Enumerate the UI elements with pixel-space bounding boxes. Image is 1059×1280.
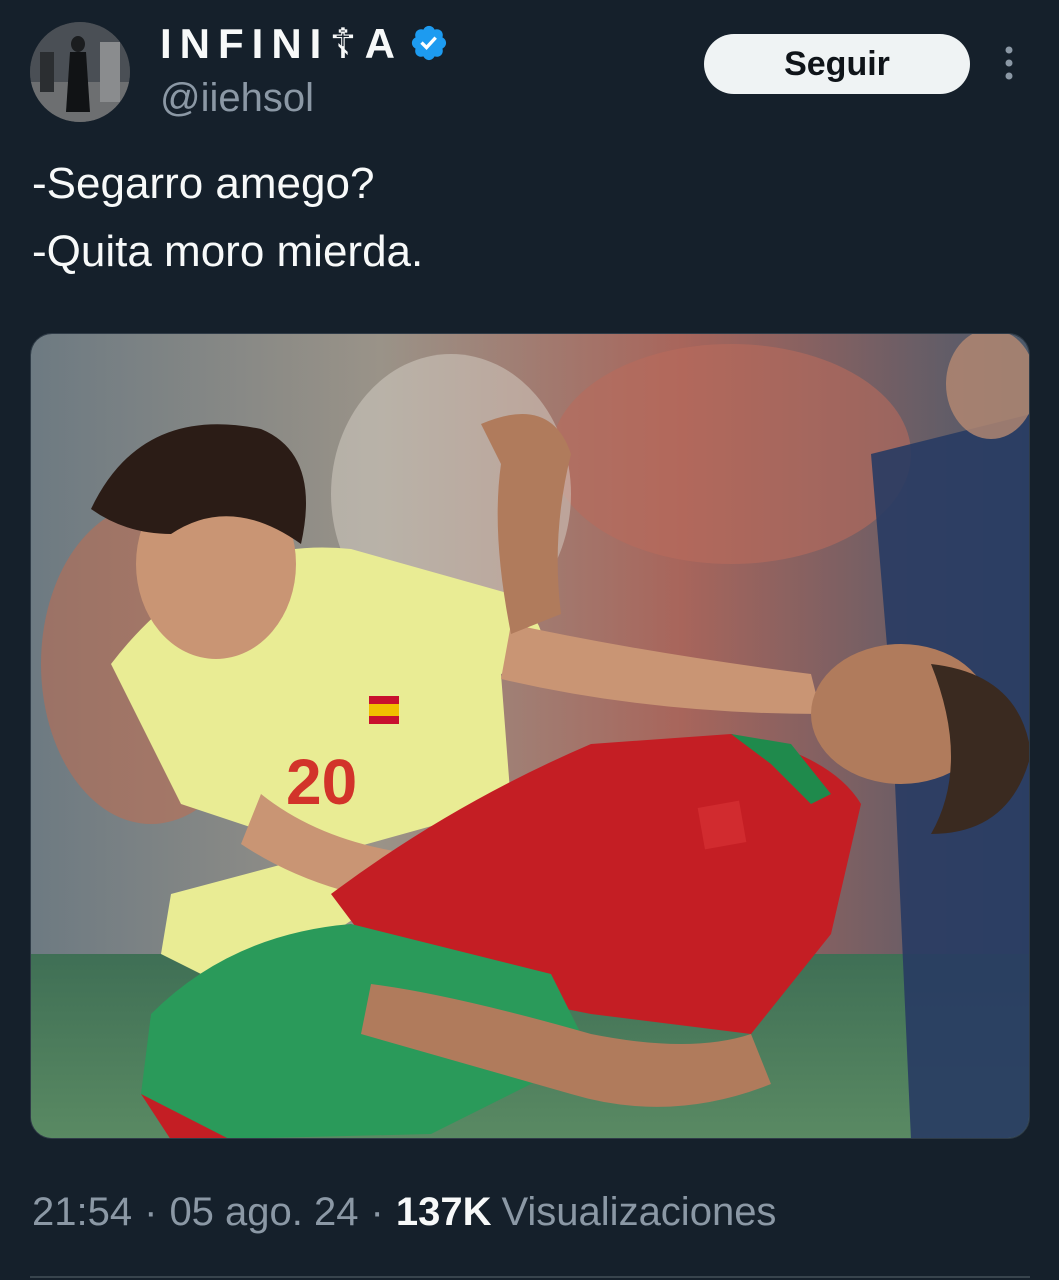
meta-separator: · — [144, 1190, 158, 1234]
tweet-date[interactable]: 05 ago. 24 — [169, 1190, 358, 1235]
divider — [30, 1276, 1030, 1278]
user-avatar[interactable] — [30, 22, 130, 122]
tweet-time[interactable]: 21:54 — [32, 1190, 132, 1235]
display-name-row: INFINI☦A — [160, 18, 449, 68]
jersey-number: 20 — [286, 746, 357, 818]
display-name[interactable]: INFINI☦A — [160, 19, 403, 68]
tweet-text-line: -Segarro amego? — [32, 159, 375, 208]
tweet-text-line: -Quita moro mierda. — [32, 227, 424, 276]
tweet-media-photo[interactable]: 20 — [30, 333, 1030, 1139]
views-label[interactable]: Visualizaciones — [501, 1190, 776, 1235]
meta-separator: · — [370, 1190, 384, 1234]
views-count[interactable]: 137K — [396, 1190, 492, 1235]
follow-button[interactable]: Seguir — [704, 34, 970, 94]
verified-badge-icon — [411, 25, 447, 61]
tweet-meta: 21:54 · 05 ago. 24 · 137K Visualizacione… — [32, 1190, 776, 1235]
tweet-card: INFINI☦A @iiehsol Seguir -Segarro amego?… — [0, 0, 1059, 1280]
more-vertical-icon[interactable] — [994, 40, 1024, 90]
tweet-text: -Segarro amego? -Quita moro mierda. — [32, 150, 423, 286]
user-handle[interactable]: @iiehsol — [160, 76, 314, 121]
